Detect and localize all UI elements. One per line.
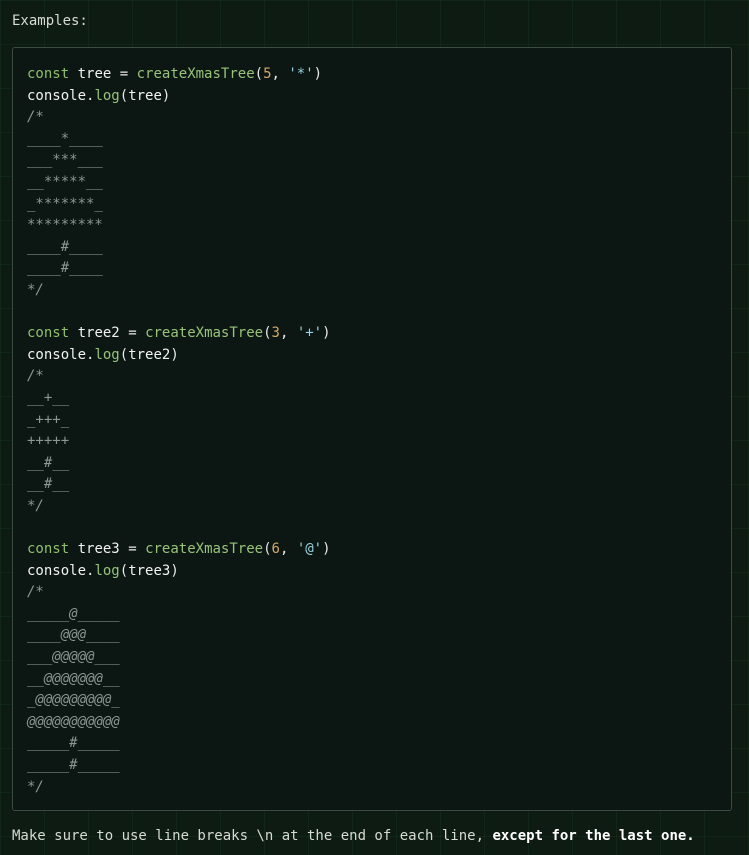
tree-output-line: _+++_ [27,411,70,428]
tree-output-line: __+__ [27,389,70,406]
arg-ornament: '@' [296,541,323,558]
log-argument: tree3 [128,562,171,579]
operator-equals: = [128,325,137,342]
operator-equals: = [128,541,137,558]
tree-output-line: +++++ [27,433,70,450]
function-create-xmas-tree: createXmasTree [136,66,255,82]
arg-height: 3 [271,325,280,342]
comment-open: /* [27,109,44,126]
log-argument: tree2 [128,346,171,363]
code-line-console-log: console.log(tree3) [27,562,179,579]
code-content: const tree = createXmasTree(5, '*') conso… [27,64,717,798]
tree-output-line: ____#____ [27,238,103,255]
tree-output-line: __#__ [27,454,70,471]
operator-equals: = [119,66,129,82]
log-function: log [94,346,120,363]
keyword-const: const [27,325,70,342]
keyword-const: const [27,541,70,558]
comment-close: */ [27,281,44,298]
comment-open: /* [27,584,44,601]
console-object: console [27,562,87,579]
tree-output-line: __@@@@@@@__ [27,670,120,687]
code-line-const-tree2: const tree2 = createXmasTree(3, '+') [27,325,331,342]
log-function: log [94,562,120,579]
tree-output-line: ____*____ [27,130,103,147]
function-create-xmas-tree: createXmasTree [145,541,264,558]
code-line-const-tree3: const tree3 = createXmasTree(6, '@') [27,541,331,558]
code-line-console-log: console.log(tree) [27,87,171,104]
variable-tree: tree [77,66,112,82]
code-line-const-tree: const tree = createXmasTree(5, '*') [27,66,323,82]
instruction-text: Make sure to use line breaks \n at the e… [12,828,493,844]
keyword-const: const [27,66,70,82]
console-object: console [27,346,87,363]
tree-output-line: __*****__ [27,173,103,190]
variable-tree3: tree3 [77,541,120,558]
code-line-console-log: console.log(tree2) [27,346,179,363]
instruction-emphasis: except for the last one. [492,828,695,844]
tree-output-line: ********* [27,217,103,234]
log-function: log [94,87,120,104]
examples-heading: Examples: [12,13,88,29]
tree-output-line: _____@_____ [27,605,120,622]
arg-ornament: '+' [296,325,323,342]
comment-close: */ [27,497,44,514]
tree-output-line: _____#_____ [27,757,120,773]
tree-output-line: ____@@@____ [27,627,120,644]
function-create-xmas-tree: createXmasTree [145,325,264,342]
tree-output-line: _@@@@@@@@@_ [27,692,120,709]
instruction-note: Make sure to use line breaks \n at the e… [12,828,695,844]
tree-output-line: ____#____ [27,260,103,277]
console-object: console [27,87,87,104]
tree-output-line: _____#_____ [27,735,120,752]
tree-output-line: __#__ [27,476,70,493]
arg-ornament: '*' [288,66,314,82]
tree-output-line: ___***___ [27,152,103,169]
variable-tree2: tree2 [77,325,120,342]
tree-output-line: _*******_ [27,195,103,212]
arg-height: 6 [271,541,280,558]
arg-height: 5 [263,66,272,82]
tree-output-line: ___@@@@@___ [27,649,120,666]
comment-open: /* [27,368,44,385]
comment-close: */ [27,778,44,795]
tree-output-line: @@@@@@@@@@@ [27,713,120,730]
code-block: const tree = createXmasTree(5, '*') conso… [12,47,732,811]
log-argument: tree [128,87,162,104]
